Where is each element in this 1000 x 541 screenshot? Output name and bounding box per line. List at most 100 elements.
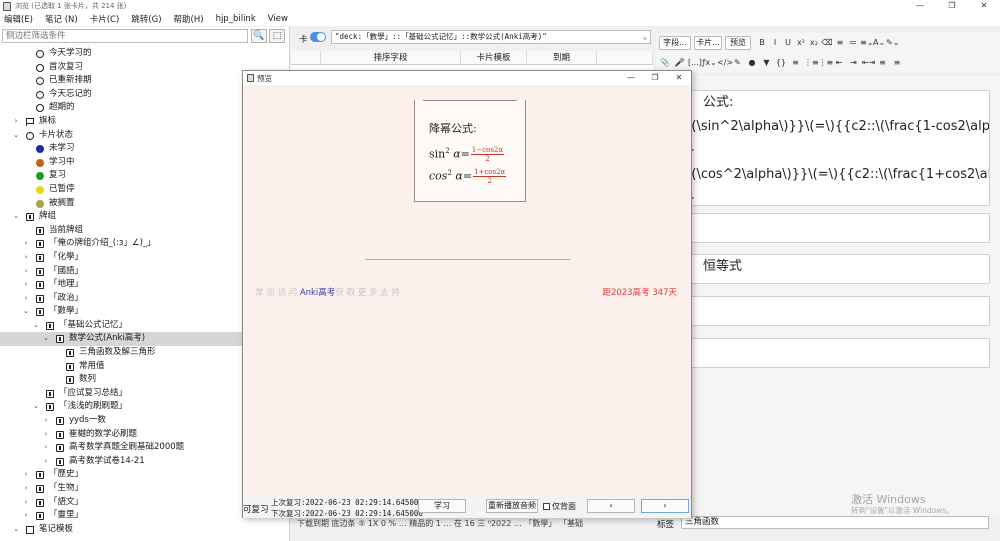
formula-func: sin (429, 147, 446, 161)
menu-help[interactable]: 帮助(H) (174, 13, 204, 25)
format-icon[interactable]: x₂ (808, 37, 820, 49)
next-card-button[interactable]: › (641, 499, 689, 513)
chevron-right-icon[interactable]: › (22, 278, 30, 292)
chevron-down-icon[interactable]: ⌄ (12, 129, 20, 143)
minimize-button[interactable]: — (904, 0, 936, 12)
chevron-down-icon[interactable]: ⌄ (22, 305, 30, 319)
chevron-right-icon[interactable]: › (42, 441, 50, 455)
chevron-right-icon[interactable]: › (42, 455, 50, 469)
checkbox-icon[interactable] (543, 503, 550, 510)
fields-button[interactable]: 字段... (659, 36, 691, 50)
chevron-right-icon[interactable]: › (22, 265, 30, 279)
format-icon[interactable]: ⇥ (848, 57, 860, 69)
format-icon[interactable]: ≔ (847, 37, 859, 49)
sidebar-item[interactable]: ⌄ 笔记模板 (0, 523, 289, 537)
chevron-down-icon[interactable]: ⌄ (12, 210, 20, 224)
sidebar-item-label: 被搁置 (49, 197, 75, 208)
cards-notes-toggle[interactable] (310, 32, 326, 42)
formula-sin: sin2 α= 1−cos2α 2 (429, 146, 505, 163)
format-icon[interactable]: </> (717, 57, 733, 69)
chevron-down-icon[interactable]: ⌄ (12, 523, 20, 537)
format-icon[interactable]: ⋮≡ (819, 57, 834, 69)
format-icon[interactable]: ≡⌄ (860, 37, 873, 49)
chevron-right-icon[interactable]: › (22, 482, 30, 496)
cards-button[interactable]: 卡片... (694, 36, 722, 50)
menu-go[interactable]: 跳转(G) (131, 13, 161, 25)
anki-gaokao-link[interactable]: Anki高考 (300, 288, 336, 298)
format-icon[interactable]: I (769, 37, 781, 49)
format-icon[interactable]: [...] (688, 57, 702, 69)
replay-audio-button[interactable]: 重新播放音频 (486, 499, 538, 513)
close-button[interactable]: ✕ (968, 0, 1000, 12)
column-sort-field[interactable]: 排序字段 (321, 51, 461, 64)
formula-var: α (453, 147, 461, 161)
format-icon[interactable]: A⌄ (873, 37, 885, 49)
maximize-button[interactable]: ❐ (643, 71, 667, 85)
chevron-right-icon[interactable]: › (22, 237, 30, 251)
format-icon[interactable]: 🎤 (674, 57, 686, 69)
format-icon[interactable]: B (756, 37, 768, 49)
format-icon[interactable]: ⇤ (833, 57, 845, 69)
chevron-right-icon[interactable]: › (22, 292, 30, 306)
format-icon[interactable]: ✎⌄ (886, 37, 899, 49)
chevron-down-icon[interactable]: ⌄ (32, 319, 40, 333)
sidebar-item[interactable]: 今天学习的 (0, 47, 289, 61)
format-icon[interactable]: ≡ (834, 37, 846, 49)
maximize-button[interactable]: ❐ (936, 0, 968, 12)
preview-button[interactable]: 预览 (725, 36, 751, 50)
format-icon[interactable]: 📎 (659, 57, 671, 69)
back-only-checkbox[interactable]: 仅背面 (543, 501, 576, 512)
format-icon[interactable]: ≡ (790, 57, 802, 69)
sidebar-item-label: 今天学习的 (49, 48, 92, 58)
format-icon[interactable]: ≡ (891, 57, 903, 69)
format-icon[interactable]: ƒx⌄ (703, 57, 717, 69)
chevron-right-icon[interactable]: › (22, 496, 30, 510)
search-icon[interactable]: 🔍 (251, 29, 267, 43)
browser-search-input[interactable]: "deck:「數學」::「基础公式记忆」::数学公式(Anki高考)" ⌄ (331, 30, 651, 44)
editor-field-text[interactable]: 公式: \(\sin^2\alpha\)}}\(=\){{c2::\(\frac… (668, 90, 990, 206)
chevron-down-icon[interactable]: ⌄ (32, 400, 40, 414)
chevron-right-icon[interactable]: › (12, 115, 20, 129)
chevron-right-icon[interactable]: › (42, 428, 50, 442)
tags-input[interactable]: 三角函数 (681, 516, 989, 529)
chevron-down-icon[interactable]: ⌄ (643, 31, 647, 43)
format-icon[interactable]: U (782, 37, 794, 49)
editor-field-notes[interactable] (668, 296, 990, 326)
previous-card-button[interactable]: ‹ (587, 499, 635, 513)
format-icon[interactable]: ⇤⇥ (862, 57, 875, 69)
editor-field-category[interactable]: 恒等式 (668, 254, 990, 284)
menu-cards[interactable]: 卡片(C) (90, 13, 120, 25)
column-card-template[interactable]: 卡片模板 (461, 51, 527, 64)
search-query-text: "deck:「數學」::「基础公式记忆」::数学公式(Anki高考)" (335, 32, 547, 41)
learn-button[interactable]: 学习 (418, 499, 466, 513)
menu-view[interactable]: View (268, 14, 288, 24)
menu-notes[interactable]: 笔记 (N) (45, 13, 78, 25)
editor-field-source[interactable] (668, 338, 990, 368)
editor-field-extra[interactable] (668, 213, 990, 243)
format-icon[interactable]: ⋮≡ (804, 57, 819, 69)
chevron-right-icon[interactable]: › (22, 509, 30, 523)
formula-cos: cos2 α= 1+cos2α 2 (429, 168, 507, 185)
chevron-down-icon[interactable]: ⌄ (42, 332, 50, 346)
sidebar-search-input[interactable] (2, 29, 248, 43)
format-icon[interactable]: ▼ (761, 57, 773, 69)
chevron-right-icon[interactable]: › (22, 468, 30, 482)
format-icon[interactable]: {} (775, 57, 787, 69)
table-row[interactable]: 下载到期 底边条 ⑤ 1X 0 % … 精品的 1 … 在 16 三 ⁰2022… (291, 517, 653, 531)
format-icon[interactable]: ⌫ (821, 37, 833, 49)
format-icon[interactable]: ≡ (877, 57, 889, 69)
menu-edit[interactable]: 编辑(E) (4, 13, 33, 25)
select-mode-icon[interactable]: ⬚ (269, 29, 285, 43)
formula-fraction: 1−cos2α 2 (470, 146, 505, 163)
format-icon[interactable]: ✎ (732, 57, 744, 69)
format-icon[interactable]: x² (795, 37, 807, 49)
notice-text: 常 迎 访 问 (255, 288, 300, 298)
close-button[interactable]: ✕ (667, 71, 691, 85)
deck-icon (36, 281, 44, 290)
format-icon[interactable]: ● (746, 57, 758, 69)
chevron-right-icon[interactable]: › (42, 414, 50, 428)
chevron-right-icon[interactable]: › (22, 251, 30, 265)
minimize-button[interactable]: — (619, 71, 643, 85)
menu-hjp-bilink[interactable]: hjp_bilink (216, 14, 256, 24)
column-due[interactable]: 到期 (527, 51, 597, 64)
